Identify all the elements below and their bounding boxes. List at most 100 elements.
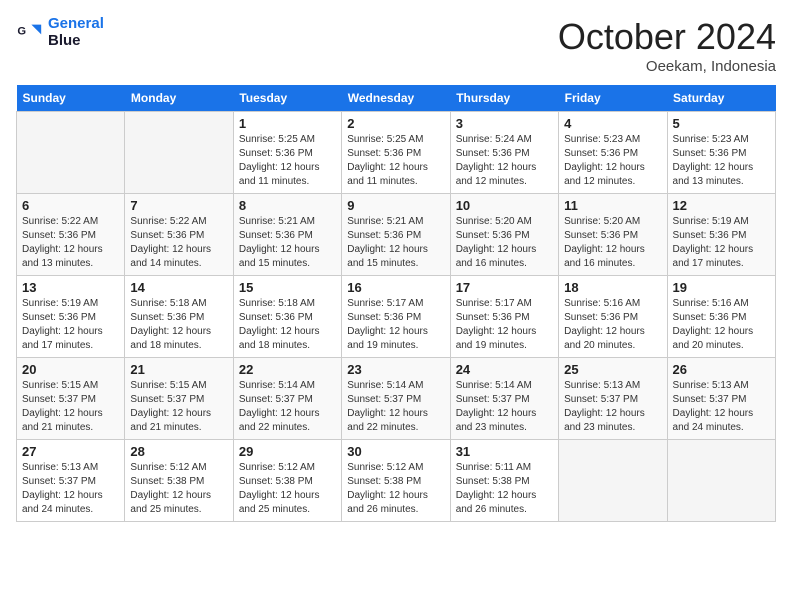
title-block: October 2024 Oeekam, Indonesia [558, 16, 776, 75]
day-info: Sunrise: 5:16 AM Sunset: 5:36 PM Dayligh… [564, 297, 661, 353]
calendar-cell: 31 Sunrise: 5:11 AM Sunset: 5:38 PM Dayli… [450, 440, 558, 522]
weekday-header: Saturday [667, 85, 775, 112]
day-number: 31 [456, 444, 553, 459]
calendar-cell [125, 112, 233, 194]
calendar-cell: 30Sunrise: 5:12 AM Sunset: 5:38 PM Dayli… [342, 440, 450, 522]
calendar-cell: 25 Sunrise: 5:13 AM Sunset: 5:37 PM Dayli… [559, 358, 667, 440]
calendar-cell: 4 Sunrise: 5:23 AM Sunset: 5:36 PM Daylig… [559, 112, 667, 194]
calendar-cell: 14Sunrise: 5:18 AM Sunset: 5:36 PM Dayli… [125, 276, 233, 358]
day-info: Sunrise: 5:23 AM Sunset: 5:36 PM Dayligh… [564, 133, 661, 189]
day-number: 28 [130, 444, 227, 459]
day-number: 13 [22, 280, 119, 295]
day-number: 1 [239, 116, 336, 131]
calendar-cell: 12 Sunrise: 5:19 AM Sunset: 5:36 PM Dayli… [667, 194, 775, 276]
calendar-cell: 15 Sunrise: 5:18 AM Sunset: 5:36 PM Dayli… [233, 276, 341, 358]
day-info: Sunrise: 5:17 AM Sunset: 5:36 PM Dayligh… [347, 297, 444, 353]
day-number: 27 [22, 444, 119, 459]
day-number: 5 [673, 116, 770, 131]
day-info: Sunrise: 5:20 AM Sunset: 5:36 PM Dayligh… [456, 215, 553, 271]
day-number: 19 [673, 280, 770, 295]
calendar-cell: 20 Sunrise: 5:15 AM Sunset: 5:37 PM Dayli… [17, 358, 125, 440]
day-info: Sunrise: 5:25 AM Sunset: 5:36 PM Dayligh… [239, 133, 336, 189]
day-info: Sunrise: 5:14 AM Sunset: 5:37 PM Dayligh… [347, 379, 444, 435]
weekday-header: Thursday [450, 85, 558, 112]
day-info: Sunrise: 5:18 AM Sunset: 5:36 PM Dayligh… [239, 297, 336, 353]
day-number: 8 [239, 198, 336, 213]
calendar-cell: 17 Sunrise: 5:17 AM Sunset: 5:36 PM Dayli… [450, 276, 558, 358]
day-info: Sunrise: 5:12 AM Sunset: 5:38 PM Dayligh… [239, 461, 336, 517]
day-number: 15 [239, 280, 336, 295]
calendar-cell: 18Sunrise: 5:16 AM Sunset: 5:36 PM Dayli… [559, 276, 667, 358]
day-number: 26 [673, 362, 770, 377]
day-info: Sunrise: 5:14 AM Sunset: 5:37 PM Dayligh… [456, 379, 553, 435]
calendar-cell: 11Sunrise: 5:20 AM Sunset: 5:36 PM Dayli… [559, 194, 667, 276]
day-info: Sunrise: 5:12 AM Sunset: 5:38 PM Dayligh… [130, 461, 227, 517]
day-number: 23 [347, 362, 444, 377]
day-number: 24 [456, 362, 553, 377]
calendar-cell: 7 Sunrise: 5:22 AM Sunset: 5:36 PM Daylig… [125, 194, 233, 276]
day-info: Sunrise: 5:17 AM Sunset: 5:36 PM Dayligh… [456, 297, 553, 353]
day-info: Sunrise: 5:14 AM Sunset: 5:37 PM Dayligh… [239, 379, 336, 435]
day-info: Sunrise: 5:13 AM Sunset: 5:37 PM Dayligh… [22, 461, 119, 517]
day-info: Sunrise: 5:11 AM Sunset: 5:38 PM Dayligh… [456, 461, 553, 517]
day-info: Sunrise: 5:21 AM Sunset: 5:36 PM Dayligh… [239, 215, 336, 271]
day-number: 10 [456, 198, 553, 213]
location: Oeekam, Indonesia [558, 58, 776, 75]
calendar-cell: 27 Sunrise: 5:13 AM Sunset: 5:37 PM Dayli… [17, 440, 125, 522]
calendar-cell: 8 Sunrise: 5:21 AM Sunset: 5:36 PM Daylig… [233, 194, 341, 276]
calendar-cell [667, 440, 775, 522]
day-number: 30 [347, 444, 444, 459]
day-number: 17 [456, 280, 553, 295]
calendar-cell: 6 Sunrise: 5:22 AM Sunset: 5:36 PM Daylig… [17, 194, 125, 276]
day-number: 2 [347, 116, 444, 131]
calendar-cell [559, 440, 667, 522]
day-number: 21 [130, 362, 227, 377]
day-info: Sunrise: 5:25 AM Sunset: 5:36 PM Dayligh… [347, 133, 444, 189]
logo-subtext: Blue [48, 33, 104, 50]
day-info: Sunrise: 5:23 AM Sunset: 5:36 PM Dayligh… [673, 133, 770, 189]
day-info: Sunrise: 5:21 AM Sunset: 5:36 PM Dayligh… [347, 215, 444, 271]
page-header: G General Blue October 2024 Oeekam, Indo… [16, 16, 776, 75]
weekday-header: Sunday [17, 85, 125, 112]
day-info: Sunrise: 5:24 AM Sunset: 5:36 PM Dayligh… [456, 133, 553, 189]
calendar-table: SundayMondayTuesdayWednesdayThursdayFrid… [16, 85, 776, 522]
day-number: 9 [347, 198, 444, 213]
logo-text: General [48, 16, 104, 33]
day-number: 22 [239, 362, 336, 377]
calendar-cell: 28 Sunrise: 5:12 AM Sunset: 5:38 PM Dayli… [125, 440, 233, 522]
day-number: 12 [673, 198, 770, 213]
day-info: Sunrise: 5:16 AM Sunset: 5:36 PM Dayligh… [673, 297, 770, 353]
calendar-cell: 29Sunrise: 5:12 AM Sunset: 5:38 PM Dayli… [233, 440, 341, 522]
day-number: 11 [564, 198, 661, 213]
weekday-header: Tuesday [233, 85, 341, 112]
day-info: Sunrise: 5:15 AM Sunset: 5:37 PM Dayligh… [130, 379, 227, 435]
svg-text:G: G [17, 25, 26, 37]
day-number: 25 [564, 362, 661, 377]
day-number: 3 [456, 116, 553, 131]
day-number: 20 [22, 362, 119, 377]
day-number: 4 [564, 116, 661, 131]
weekday-header: Monday [125, 85, 233, 112]
calendar-cell: 2 Sunrise: 5:25 AM Sunset: 5:36 PM Daylig… [342, 112, 450, 194]
day-number: 16 [347, 280, 444, 295]
calendar-cell: 19 Sunrise: 5:16 AM Sunset: 5:36 PM Dayli… [667, 276, 775, 358]
month-title: October 2024 [558, 16, 776, 58]
calendar-cell: 16 Sunrise: 5:17 AM Sunset: 5:36 PM Dayli… [342, 276, 450, 358]
calendar-cell [17, 112, 125, 194]
day-info: Sunrise: 5:22 AM Sunset: 5:36 PM Dayligh… [22, 215, 119, 271]
day-info: Sunrise: 5:13 AM Sunset: 5:37 PM Dayligh… [564, 379, 661, 435]
calendar-cell: 21 Sunrise: 5:15 AM Sunset: 5:37 PM Dayli… [125, 358, 233, 440]
calendar-cell: 9 Sunrise: 5:21 AM Sunset: 5:36 PM Daylig… [342, 194, 450, 276]
calendar-cell: 26 Sunrise: 5:13 AM Sunset: 5:37 PM Dayli… [667, 358, 775, 440]
day-info: Sunrise: 5:18 AM Sunset: 5:36 PM Dayligh… [130, 297, 227, 353]
day-info: Sunrise: 5:19 AM Sunset: 5:36 PM Dayligh… [22, 297, 119, 353]
day-info: Sunrise: 5:22 AM Sunset: 5:36 PM Dayligh… [130, 215, 227, 271]
day-info: Sunrise: 5:19 AM Sunset: 5:36 PM Dayligh… [673, 215, 770, 271]
calendar-cell: 10 Sunrise: 5:20 AM Sunset: 5:36 PM Dayli… [450, 194, 558, 276]
calendar-cell: 22 Sunrise: 5:14 AM Sunset: 5:37 PM Dayli… [233, 358, 341, 440]
day-number: 6 [22, 198, 119, 213]
day-number: 7 [130, 198, 227, 213]
calendar-cell: 5 Sunrise: 5:23 AM Sunset: 5:36 PM Daylig… [667, 112, 775, 194]
day-info: Sunrise: 5:13 AM Sunset: 5:37 PM Dayligh… [673, 379, 770, 435]
day-info: Sunrise: 5:15 AM Sunset: 5:37 PM Dayligh… [22, 379, 119, 435]
